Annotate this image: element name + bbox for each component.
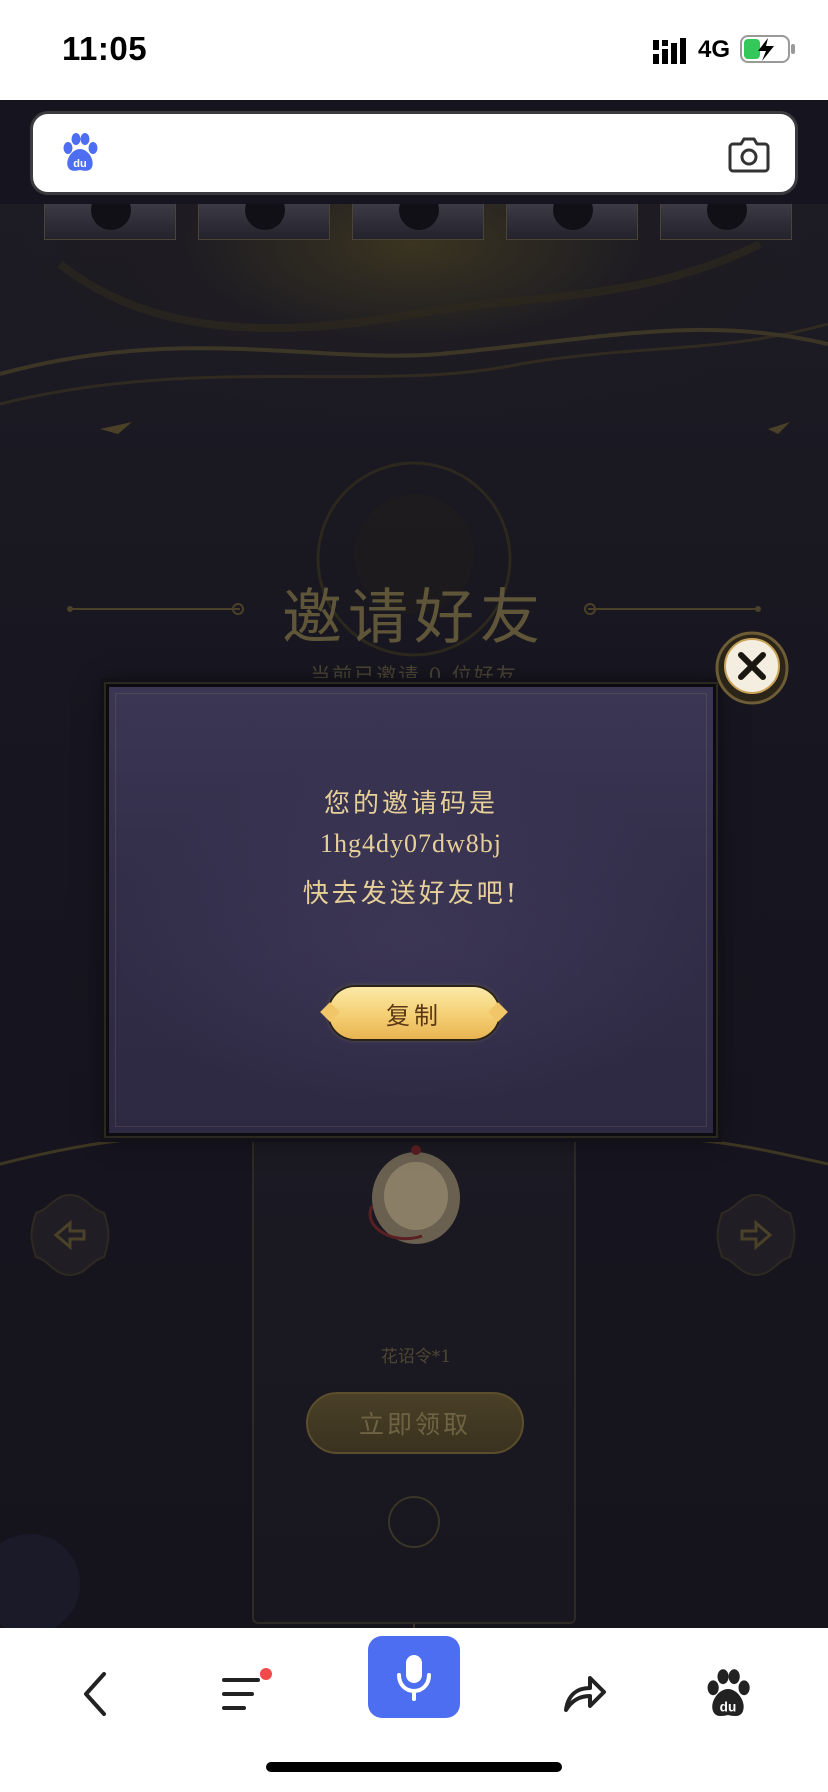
voice-icon [397,1655,431,1701]
claim-button[interactable]: 立即领取 [306,1392,524,1454]
invite-code: 1hg4dy07dw8bj [320,829,502,858]
copy-button[interactable]: 复制 [329,987,499,1039]
prev-arrow-icon[interactable] [26,1191,114,1279]
svg-text:du: du [720,1699,737,1714]
signal-icon [653,38,686,64]
modal-hint: 快去发送好友吧! [302,879,520,909]
next-arrow-icon[interactable] [712,1191,800,1279]
baidu-logo-icon[interactable]: du [59,132,101,174]
camera-icon[interactable] [727,132,771,176]
voice-search-button[interactable] [368,1636,460,1718]
invite-title: 邀请好友 [282,583,546,653]
menu-badge [260,1668,272,1680]
back-icon[interactable] [72,1668,124,1720]
share-icon[interactable] [558,1668,610,1720]
status-time: 11:05 [62,30,148,67]
token-item-icon [368,1145,460,1244]
network-type: 4G [698,36,731,63]
close-icon[interactable] [714,630,790,706]
invite-code-modal: 您的邀请码是 1hg4dy07dw8bj 快去发送好友吧! 复制 [106,684,716,1136]
battery-charging-icon [740,35,795,63]
home-indicator [266,1762,562,1772]
search-bar[interactable]: du [30,111,798,195]
modal-frame [115,693,707,1127]
status-bar: 11:05 4G [0,0,828,100]
svg-text:du: du [73,158,86,170]
reward-item-name: 花诏令*1 [380,1347,452,1367]
moon-icon [388,1496,440,1548]
baidu-paw-icon[interactable]: du [702,1668,754,1720]
modal-title: 您的邀请码是 [323,789,498,819]
